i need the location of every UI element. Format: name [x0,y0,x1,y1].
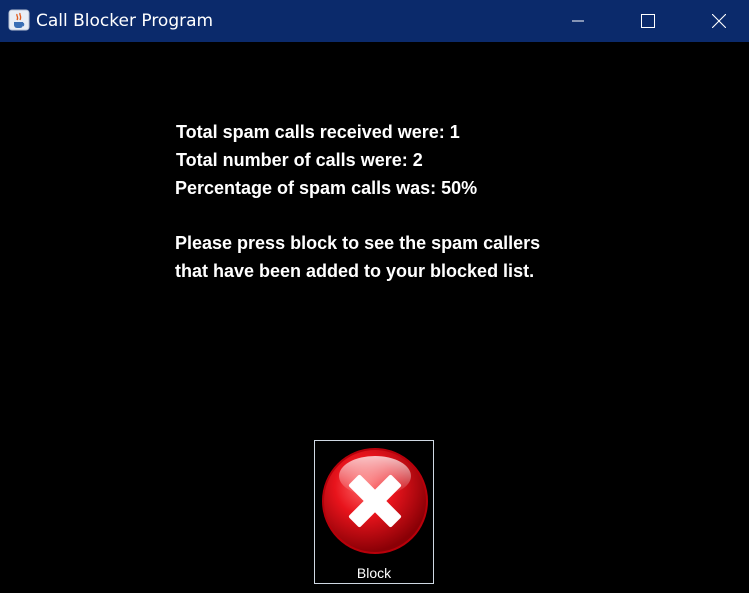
block-button[interactable]: Block [314,440,434,584]
window-title: Call Blocker Program [36,11,214,31]
spam-calls-text: Total spam calls received were: 1 [176,122,460,142]
close-icon [712,14,726,28]
instruction-text-line1: Please press block to see the spam calle… [175,233,541,253]
maximize-icon [641,14,655,28]
instruction-text-line2: that have been added to your blocked lis… [175,261,535,281]
total-calls-text: Total number of calls were: 2 [176,150,423,170]
minimize-button[interactable] [555,0,601,42]
app-window: Call Blocker Program Total spam calls re… [0,0,749,593]
content-panel: Total spam calls received were: 1 Total … [0,42,749,593]
maximize-button[interactable] [625,0,671,42]
block-button-label: Block [356,565,392,581]
red-x-block-icon [320,446,430,556]
title-bar[interactable]: Call Blocker Program [0,0,749,42]
minimize-icon [572,15,584,27]
spam-percentage-text: Percentage of spam calls was: 50% [175,178,478,198]
close-button[interactable] [696,0,742,42]
java-coffee-icon [8,9,30,31]
